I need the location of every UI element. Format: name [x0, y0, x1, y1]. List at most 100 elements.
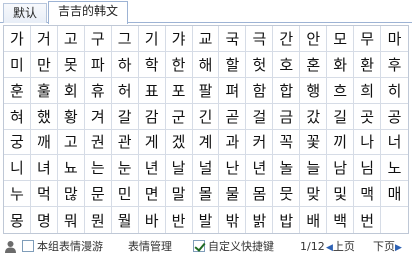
person-icon[interactable]: [4, 236, 18, 258]
char-cell[interactable]: 못: [57, 51, 85, 78]
manage-link[interactable]: 表情管理: [128, 236, 172, 258]
char-cell[interactable]: 발: [193, 207, 220, 233]
char-cell[interactable]: 너: [381, 130, 408, 156]
char-cell[interactable]: 게: [138, 129, 166, 156]
roaming-option[interactable]: 本组表情漫游: [22, 236, 103, 258]
char-cell[interactable]: 궁: [4, 129, 31, 156]
char-cell[interactable]: 표: [138, 77, 166, 104]
next-page-button[interactable]: 下页▶: [373, 236, 402, 258]
char-cell[interactable]: 바: [139, 207, 166, 233]
char-cell[interactable]: 널: [192, 155, 220, 182]
char-cell[interactable]: 곳: [354, 103, 382, 130]
char-cell[interactable]: 마: [381, 26, 408, 52]
char-cell[interactable]: 길: [327, 103, 355, 130]
char-cell[interactable]: 해: [192, 51, 220, 78]
shortcut-checkbox[interactable]: [193, 240, 205, 252]
char-cell[interactable]: 먹: [30, 181, 58, 208]
char-cell[interactable]: 가: [4, 26, 31, 52]
char-cell[interactable]: 많: [57, 181, 85, 208]
char-cell[interactable]: 무: [354, 26, 382, 52]
char-cell[interactable]: 과: [219, 129, 247, 156]
char-cell[interactable]: 몰: [192, 181, 220, 208]
char-cell[interactable]: 기: [138, 26, 166, 52]
char-cell[interactable]: 미: [4, 51, 31, 78]
char-cell[interactable]: 할: [219, 51, 247, 78]
char-cell[interactable]: 매: [381, 181, 408, 208]
char-cell[interactable]: 뇨: [57, 155, 85, 182]
char-cell[interactable]: 금: [273, 103, 301, 130]
char-cell[interactable]: 환: [354, 51, 382, 78]
char-cell[interactable]: 밥: [273, 207, 301, 233]
char-cell[interactable]: 걸: [246, 103, 274, 130]
char-cell[interactable]: 했: [30, 103, 58, 130]
char-cell[interactable]: 호: [273, 51, 301, 78]
char-cell[interactable]: 몸: [246, 181, 274, 208]
char-cell[interactable]: 국: [219, 26, 247, 52]
char-cell[interactable]: 팔: [192, 77, 220, 104]
char-cell[interactable]: 민: [111, 181, 139, 208]
char-cell[interactable]: 간: [273, 26, 301, 52]
char-cell[interactable]: 곧: [219, 103, 247, 130]
char-cell[interactable]: 말: [165, 181, 193, 208]
char-cell[interactable]: 긴: [192, 103, 220, 130]
char-cell[interactable]: 헛: [246, 51, 274, 78]
char-cell[interactable]: 및: [327, 181, 355, 208]
char-cell[interactable]: 뭐: [58, 207, 85, 233]
char-cell[interactable]: 감: [138, 103, 166, 130]
char-cell[interactable]: 하: [111, 51, 139, 78]
char-cell[interactable]: 관: [111, 129, 139, 156]
tab-default[interactable]: 默认: [3, 3, 47, 23]
char-cell[interactable]: 뭘: [112, 207, 139, 233]
char-cell[interactable]: 고: [57, 129, 85, 156]
char-cell[interactable]: 커: [246, 129, 274, 156]
char-cell[interactable]: 교: [192, 26, 220, 52]
char-cell[interactable]: 니: [4, 155, 31, 182]
char-cell[interactable]: 명: [31, 207, 58, 233]
char-cell[interactable]: 난: [219, 155, 247, 182]
char-cell[interactable]: 함: [246, 77, 274, 104]
char-cell[interactable]: 누: [4, 181, 31, 208]
char-cell[interactable]: 화: [327, 51, 355, 78]
char-cell[interactable]: 님: [354, 155, 382, 182]
char-cell[interactable]: 눈: [111, 155, 139, 182]
char-cell[interactable]: 는: [84, 155, 112, 182]
char-cell[interactable]: 극: [246, 26, 274, 52]
char-cell[interactable]: 끼: [327, 129, 355, 156]
char-cell[interactable]: 흐: [327, 77, 355, 104]
char-cell[interactable]: 겠: [165, 129, 193, 156]
char-cell[interactable]: 펴: [219, 77, 247, 104]
char-cell[interactable]: 만: [30, 51, 58, 78]
char-cell[interactable]: 년: [138, 155, 166, 182]
char-cell[interactable]: 권: [84, 129, 112, 156]
char-cell[interactable]: 그: [111, 26, 139, 52]
char-cell[interactable]: 노: [381, 155, 408, 182]
char-cell[interactable]: 군: [165, 103, 193, 130]
char-cell[interactable]: 한: [165, 51, 193, 78]
char-cell[interactable]: 갸: [165, 26, 193, 52]
char-cell[interactable]: 구: [84, 26, 112, 52]
char-cell[interactable]: 후: [381, 52, 408, 78]
char-cell[interactable]: 년: [246, 155, 274, 182]
char-cell[interactable]: 깨: [30, 129, 58, 156]
char-cell[interactable]: 맞: [300, 181, 328, 208]
char-cell[interactable]: 나: [354, 129, 382, 156]
char-cell[interactable]: 포: [165, 77, 193, 104]
char-cell[interactable]: 파: [84, 51, 112, 78]
char-cell[interactable]: 휴: [84, 77, 112, 104]
char-cell[interactable]: 날: [165, 155, 193, 182]
char-cell[interactable]: 면: [138, 181, 166, 208]
char-cell[interactable]: 밝: [246, 207, 274, 233]
char-cell[interactable]: 문: [84, 181, 112, 208]
char-cell[interactable]: 녀: [30, 155, 58, 182]
char-cell[interactable]: 혼: [300, 51, 328, 78]
char-cell[interactable]: 안: [300, 26, 328, 52]
char-cell[interactable]: 거: [30, 26, 58, 52]
char-cell[interactable]: 남: [327, 155, 355, 182]
char-cell[interactable]: 물: [219, 181, 247, 208]
char-cell[interactable]: 갔: [300, 103, 328, 130]
char-cell[interactable]: 합: [273, 77, 301, 104]
char-cell[interactable]: 계: [192, 129, 220, 156]
char-cell[interactable]: 뭔: [85, 207, 112, 233]
tab-korean[interactable]: 吉吉的韩文: [48, 1, 128, 24]
char-cell[interactable]: 히: [381, 78, 408, 104]
